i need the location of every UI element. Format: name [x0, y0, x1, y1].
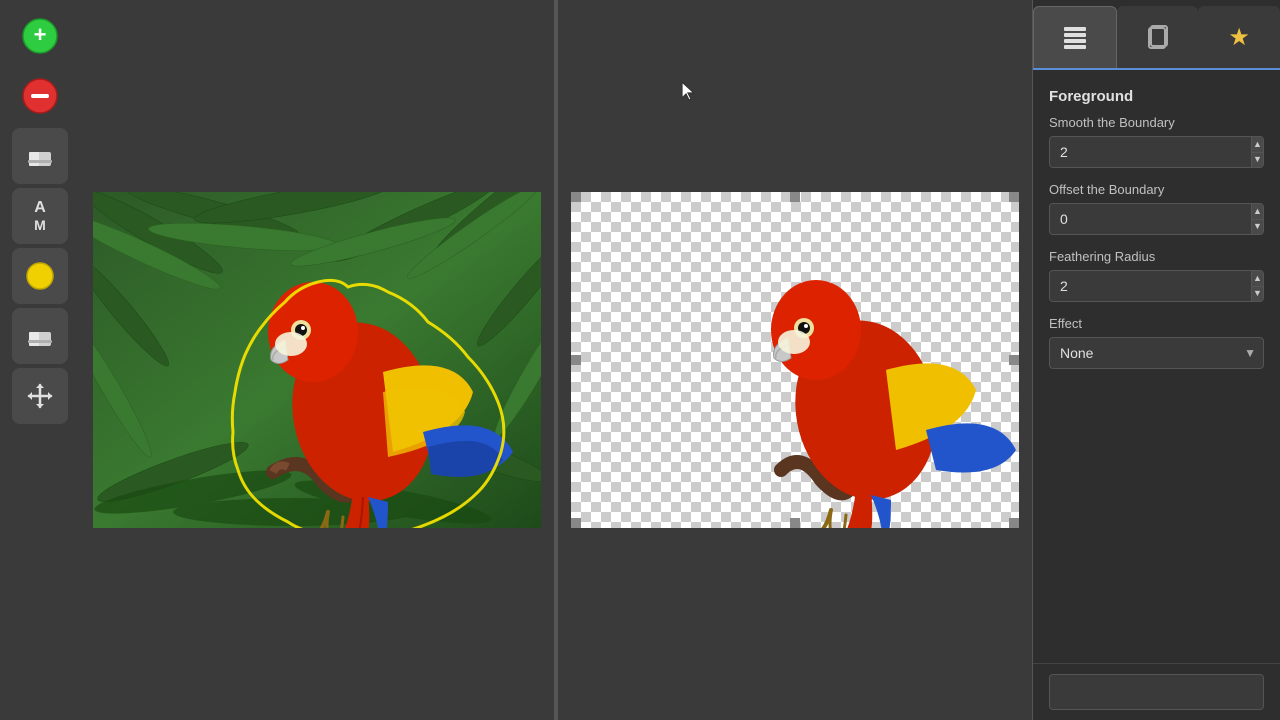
sidebar-tabs: ★	[1033, 0, 1280, 70]
eraser2-button[interactable]	[12, 308, 68, 364]
copy-icon	[1143, 22, 1173, 52]
smooth-boundary-spinner: ▲ ▼	[1251, 137, 1263, 167]
sidebar-content: Foreground Smooth the Boundary ▲ ▼ Offse…	[1033, 70, 1280, 663]
smooth-boundary-value[interactable]	[1050, 137, 1251, 167]
feathering-radius-input[interactable]: ▲ ▼	[1049, 270, 1264, 302]
tab-star[interactable]: ★	[1198, 6, 1280, 68]
left-image-panel[interactable]	[80, 0, 554, 720]
effect-dropdown-wrapper: None Shadow Glow Blur ▼	[1049, 337, 1264, 369]
sidebar-bottom	[1033, 663, 1280, 720]
move-button[interactable]	[12, 368, 68, 424]
tab-copy[interactable]	[1117, 6, 1199, 68]
handle-bl[interactable]	[571, 518, 581, 528]
left-parrot-image	[93, 192, 541, 528]
star-icon: ★	[1228, 23, 1250, 52]
toolbar: + A M	[0, 0, 80, 720]
offset-up-button[interactable]: ▲	[1252, 204, 1263, 220]
feathering-down-button[interactable]: ▼	[1252, 287, 1263, 302]
effect-label: Effect	[1049, 316, 1264, 331]
layers-icon	[1060, 23, 1090, 53]
svg-text:+: +	[34, 22, 47, 47]
smooth-boundary-input[interactable]: ▲ ▼	[1049, 136, 1264, 168]
handle-tr[interactable]	[1009, 192, 1019, 202]
tab-layers[interactable]	[1033, 6, 1117, 68]
offset-boundary-input[interactable]: ▲ ▼	[1049, 203, 1264, 235]
smooth-down-button[interactable]: ▼	[1252, 153, 1263, 168]
text-auto-label: A	[34, 198, 46, 217]
main-canvas	[80, 0, 1032, 720]
color-button[interactable]	[12, 248, 68, 304]
canvas-area	[80, 0, 1032, 720]
section-foreground-title: Foreground	[1049, 88, 1264, 105]
handle-br[interactable]	[1009, 518, 1019, 528]
smooth-up-button[interactable]: ▲	[1252, 137, 1263, 153]
offset-boundary-label: Offset the Boundary	[1049, 182, 1264, 197]
remove-button[interactable]	[12, 68, 68, 124]
eraser-button[interactable]	[12, 128, 68, 184]
right-image-panel[interactable]	[558, 0, 1032, 720]
effect-dropdown[interactable]: None Shadow Glow Blur	[1049, 337, 1264, 369]
handle-bc[interactable]	[790, 518, 800, 528]
feathering-radius-spinner: ▲ ▼	[1251, 271, 1263, 301]
bottom-bar	[1049, 674, 1264, 710]
offset-boundary-spinner: ▲ ▼	[1251, 204, 1263, 234]
feathering-up-button[interactable]: ▲	[1252, 271, 1263, 287]
offset-boundary-value[interactable]	[1050, 204, 1251, 234]
handle-tc[interactable]	[790, 192, 800, 202]
right-canvas-wrapper	[571, 192, 1019, 528]
right-sidebar: ★ Foreground Smooth the Boundary ▲ ▼ Off…	[1032, 0, 1280, 720]
handle-tl[interactable]	[571, 192, 581, 202]
text-manual-label: M	[34, 217, 46, 234]
handle-rc[interactable]	[1009, 355, 1019, 365]
right-parrot-image	[571, 192, 1019, 528]
handle-lc[interactable]	[571, 355, 581, 365]
feathering-radius-value[interactable]	[1050, 271, 1251, 301]
smooth-boundary-label: Smooth the Boundary	[1049, 115, 1264, 130]
feathering-radius-label: Feathering Radius	[1049, 249, 1264, 264]
add-button[interactable]: +	[12, 8, 68, 64]
text-button[interactable]: A M	[12, 188, 68, 244]
offset-down-button[interactable]: ▼	[1252, 220, 1263, 235]
